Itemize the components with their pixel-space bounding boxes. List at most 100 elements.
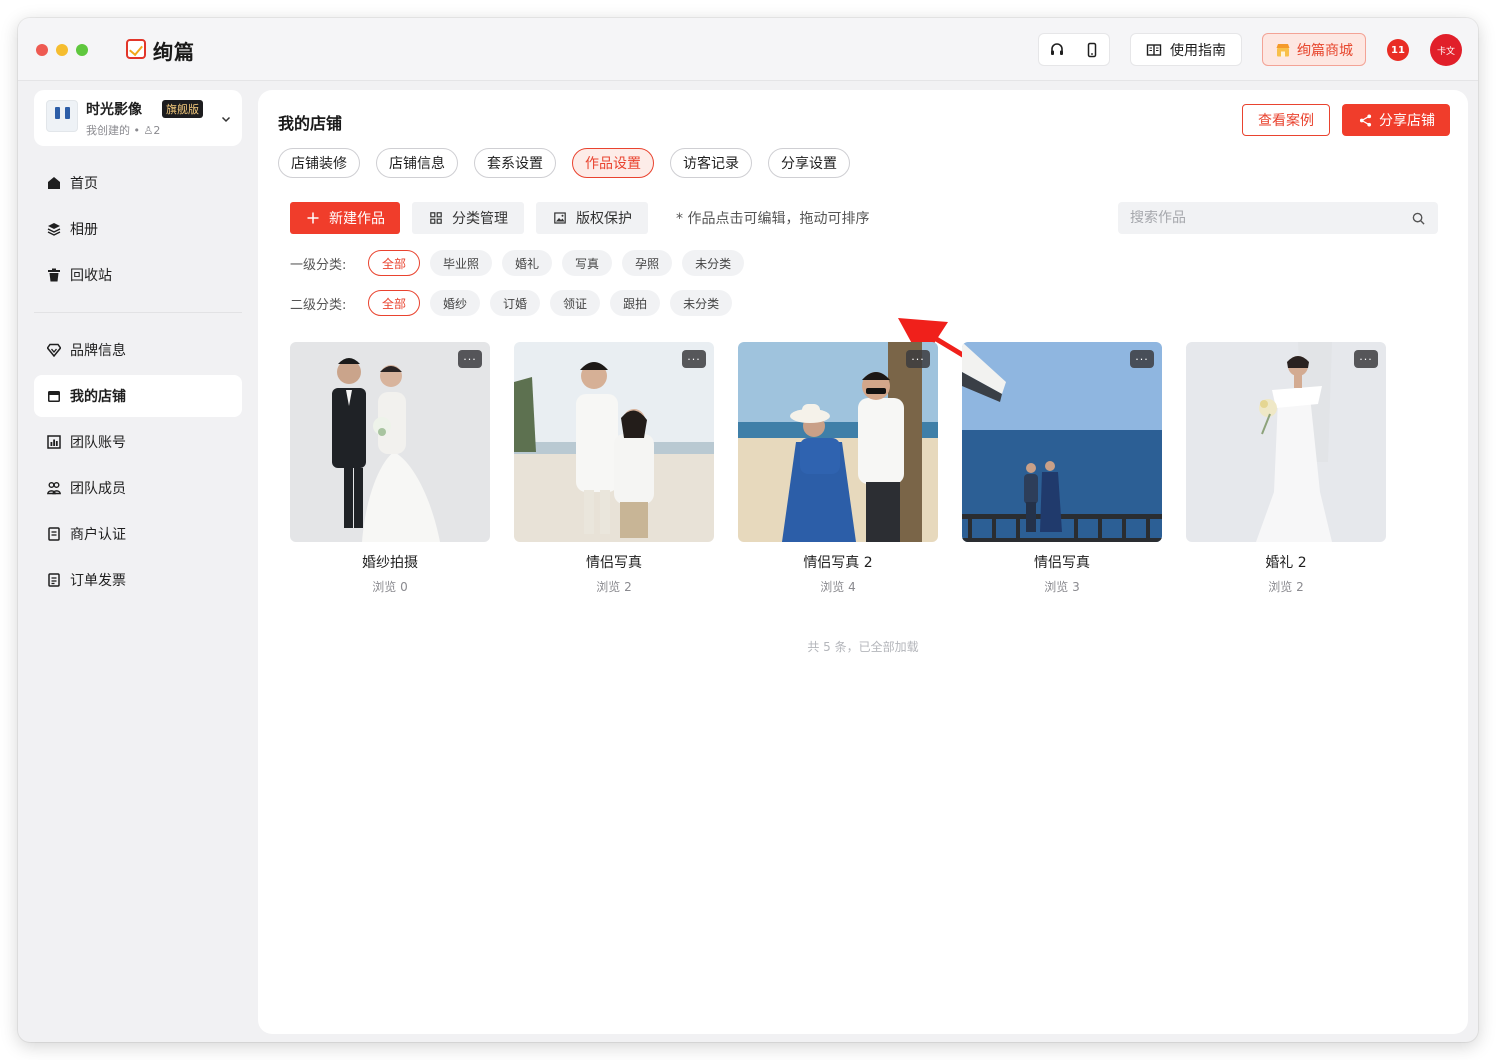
sidebar-item-team-members[interactable]: 团队成员 xyxy=(34,467,242,509)
work-card[interactable]: ··· 婚纱拍摄 浏览 0 xyxy=(290,342,490,595)
share-icon xyxy=(1357,112,1373,128)
category-manage-button[interactable]: 分类管理 xyxy=(412,202,524,234)
tab-store-decoration[interactable]: 店铺装修 xyxy=(278,148,360,178)
sidebar-item-team-account[interactable]: 团队账号 xyxy=(34,421,242,463)
chip-level2-uncategorized[interactable]: 未分类 xyxy=(670,290,733,316)
work-card[interactable]: ··· 情侣写真 浏览 2 xyxy=(514,342,714,595)
headset-icon[interactable] xyxy=(1049,42,1065,58)
more-icon[interactable]: ··· xyxy=(1130,350,1154,368)
copyright-protect-button[interactable]: 版权保护 xyxy=(536,202,648,234)
chip-level1-wedding[interactable]: 婚礼 xyxy=(502,250,553,276)
store-tabs: 店铺装修 店铺信息 套系设置 作品设置 访客记录 分享设置 xyxy=(278,148,850,178)
chip-level1-maternity[interactable]: 孕照 xyxy=(622,250,673,276)
tab-visitor-records[interactable]: 访客记录 xyxy=(670,148,752,178)
sidebar-item-label: 回收站 xyxy=(70,268,112,284)
chip-level2-all[interactable]: 全部 xyxy=(368,290,421,316)
book-icon xyxy=(1146,42,1162,58)
tab-share-settings[interactable]: 分享设置 xyxy=(768,148,850,178)
sidebar-item-label: 我的店铺 xyxy=(70,389,126,405)
more-icon[interactable]: ··· xyxy=(682,350,706,368)
work-thumbnail[interactable]: ··· xyxy=(1186,342,1386,542)
works-toolbar: 新建作品 分类管理 版权保护 * 作品点击可编辑，拖动可排序 xyxy=(290,202,869,234)
page-title: 我的店铺 xyxy=(278,114,343,133)
work-card[interactable]: ··· 情侣写真 2 浏览 4 xyxy=(738,342,938,595)
sidebar-item-albums[interactable]: 相册 xyxy=(34,208,242,250)
list-footer-note: 共 5 条，已全部加载 xyxy=(807,640,919,654)
chip-level1-portrait[interactable]: 写真 xyxy=(562,250,613,276)
team-icon xyxy=(46,480,62,496)
sidebar-item-home[interactable]: 首页 xyxy=(34,162,242,204)
tab-works-settings[interactable]: 作品设置 xyxy=(572,148,654,178)
work-title: 情侣写真 xyxy=(586,555,642,571)
work-views: 浏览 2 xyxy=(596,580,632,594)
user-avatar[interactable]: 卡文 xyxy=(1430,34,1462,66)
chevron-down-icon xyxy=(220,110,232,123)
work-card[interactable]: ··· 情侣写真 浏览 3 xyxy=(962,342,1162,595)
sidebar-divider xyxy=(34,312,242,313)
main-panel: 我的店铺 查看案例 分享店铺 店铺装修 店铺信息 套系设置 作品设置 访客记录 … xyxy=(258,90,1468,1034)
app-name: 绚篇 xyxy=(153,40,195,64)
work-thumbnail[interactable]: ··· xyxy=(290,342,490,542)
mobile-icon[interactable] xyxy=(1084,42,1100,58)
more-icon[interactable]: ··· xyxy=(458,350,482,368)
category-manage-label: 分类管理 xyxy=(452,211,508,227)
sidebar-item-merchant-verify[interactable]: 商户认证 xyxy=(34,513,242,555)
new-work-button[interactable]: 新建作品 xyxy=(290,202,400,234)
work-card[interactable]: ··· 婚礼 2 浏览 2 xyxy=(1186,342,1386,595)
window-minimize-button[interactable] xyxy=(56,44,68,56)
trash-icon xyxy=(46,267,62,283)
more-icon[interactable]: ··· xyxy=(906,350,930,368)
chip-level2-bridal[interactable]: 婚纱 xyxy=(430,290,481,316)
promo-badge[interactable]: 11 xyxy=(1387,39,1409,61)
sidebar-item-label: 相册 xyxy=(70,222,98,238)
chip-level1-all[interactable]: 全部 xyxy=(368,250,421,276)
sidebar-item-my-store[interactable]: 我的店铺 xyxy=(34,375,242,417)
chip-level2-follow-shoot[interactable]: 跟拍 xyxy=(610,290,661,316)
invoice-icon xyxy=(46,572,62,588)
chip-level1-graduation[interactable]: 毕业照 xyxy=(430,250,493,276)
more-icon[interactable]: ··· xyxy=(1354,350,1378,368)
work-thumbnail[interactable]: ··· xyxy=(738,342,938,542)
work-title: 情侣写真 2 xyxy=(803,555,873,571)
plus-icon xyxy=(305,210,321,226)
user-guide-label: 使用指南 xyxy=(1170,42,1226,59)
mall-button[interactable]: 绚篇商城 xyxy=(1262,33,1366,66)
work-thumbnail[interactable]: ··· xyxy=(514,342,714,542)
account-subtitle: 我创建的 • ♙2 xyxy=(86,124,161,137)
sidebar-item-label: 订单发票 xyxy=(70,573,126,589)
search-input[interactable] xyxy=(1130,210,1390,226)
sidebar-item-label: 首页 xyxy=(70,176,98,192)
tab-package-settings[interactable]: 套系设置 xyxy=(474,148,556,178)
copyright-protect-label: 版权保护 xyxy=(576,211,632,227)
sidebar-item-order-invoice[interactable]: 订单发票 xyxy=(34,559,242,601)
chip-level2-engagement[interactable]: 订婚 xyxy=(490,290,541,316)
layers-icon xyxy=(46,221,62,237)
tab-store-info[interactable]: 店铺信息 xyxy=(376,148,458,178)
user-guide-button[interactable]: 使用指南 xyxy=(1130,33,1242,66)
sidebar-item-label: 团队成员 xyxy=(70,481,126,497)
title-bar: 绚篇 使用指南 绚篇商城 11 卡文 xyxy=(18,18,1478,81)
store-icon xyxy=(46,388,62,404)
window-zoom-button[interactable] xyxy=(76,44,88,56)
account-name: 时光影像 xyxy=(86,102,142,118)
sidebar: 时光影像 旗舰版 我创建的 • ♙2 首页 相册 回收站 品牌信息 我的店铺 团… xyxy=(18,82,258,1042)
view-cases-button[interactable]: 查看案例 xyxy=(1242,104,1330,136)
search-icon[interactable] xyxy=(1410,210,1426,226)
work-views: 浏览 4 xyxy=(820,580,856,594)
work-views: 浏览 0 xyxy=(372,580,408,594)
window-close-button[interactable] xyxy=(36,44,48,56)
sidebar-item-recycle-bin[interactable]: 回收站 xyxy=(34,254,242,296)
work-title: 情侣写真 xyxy=(1034,555,1090,571)
account-tier-badge: 旗舰版 xyxy=(162,100,203,118)
share-store-button[interactable]: 分享店铺 xyxy=(1342,104,1450,136)
sidebar-item-brand-info[interactable]: 品牌信息 xyxy=(34,329,242,371)
account-switcher[interactable]: 时光影像 旗舰版 我创建的 • ♙2 xyxy=(34,90,242,146)
toolbar-icon-group xyxy=(1038,33,1110,66)
chip-level1-uncategorized[interactable]: 未分类 xyxy=(682,250,745,276)
work-thumbnail[interactable]: ··· xyxy=(962,342,1162,542)
work-title: 婚礼 2 xyxy=(1265,555,1307,571)
chip-level2-marriage-cert[interactable]: 领证 xyxy=(550,290,601,316)
work-views: 浏览 2 xyxy=(1268,580,1304,594)
chart-icon xyxy=(46,434,62,450)
works-hint: * 作品点击可编辑，拖动可排序 xyxy=(676,211,870,227)
